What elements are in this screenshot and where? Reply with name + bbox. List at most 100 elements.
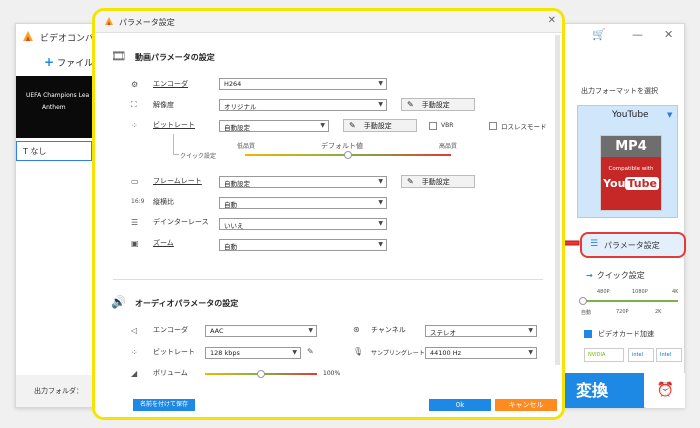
volume-value: 100% bbox=[323, 370, 341, 377]
chevron-down-icon: ▼ bbox=[320, 122, 325, 129]
manual-button-label: 手動設定 bbox=[421, 178, 450, 186]
pencil-icon[interactable]: ✎ bbox=[307, 347, 314, 356]
arrow-right-icon: → bbox=[586, 271, 593, 280]
resolution-icon: ⛶ bbox=[131, 100, 137, 109]
gpu-checkbox[interactable] bbox=[584, 330, 592, 338]
quick-label-720p: 720P bbox=[616, 309, 629, 315]
cart-icon[interactable]: 🛒 bbox=[592, 28, 606, 41]
output-format-title: 出力フォーマットを選択 bbox=[581, 87, 658, 95]
speaker-icon: ◁ bbox=[131, 326, 138, 335]
manual-button-label: 手動設定 bbox=[421, 101, 450, 109]
pencil-icon: ✎ bbox=[349, 121, 356, 130]
resolution-label: 解像度 bbox=[153, 101, 174, 109]
zoom-icon: ▣ bbox=[131, 239, 139, 248]
gpu-acceleration-toggle[interactable]: ビデオカード加速 bbox=[584, 329, 654, 339]
audio-settings-icon: 🔊 bbox=[111, 295, 126, 309]
intel-badge-2: Intel bbox=[656, 348, 682, 362]
sliders-icon: ☰ bbox=[590, 239, 599, 249]
channel-select[interactable]: ステレオ ▼ bbox=[425, 325, 537, 337]
video-encoder-label: エンコーダ bbox=[153, 80, 188, 88]
dialog-scrollbar[interactable] bbox=[555, 35, 560, 365]
framerate-manual-button[interactable]: ✎ 手動設定 bbox=[401, 175, 475, 188]
bitrate-icon: ⁘ bbox=[131, 121, 138, 130]
bitrate-manual-button[interactable]: ✎ 手動設定 bbox=[343, 119, 417, 132]
volume-label: ボリューム bbox=[153, 369, 188, 377]
resolution-manual-button[interactable]: ✎ 手動設定 bbox=[401, 98, 475, 111]
zoom-select[interactable]: 自動 ▼ bbox=[219, 239, 387, 251]
close-window-button[interactable]: ✕ bbox=[664, 28, 673, 41]
subtitle-select[interactable]: T なし bbox=[16, 141, 92, 161]
audio-section-title: オーディオパラメータの設定 bbox=[135, 299, 239, 308]
save-as-button[interactable]: 名前を付けて保存 bbox=[133, 399, 195, 411]
deinterlace-icon: ☰ bbox=[131, 218, 139, 227]
youtube-badge: Compatible with You Tube bbox=[601, 157, 661, 210]
alarm-clock-icon[interactable]: ⏰ bbox=[646, 373, 685, 408]
chevron-down-icon: ▼ bbox=[528, 349, 533, 356]
thumbnail-title: UEFA Champions Lea bbox=[26, 92, 90, 99]
audio-encoder-label: エンコーダ bbox=[153, 326, 188, 334]
nvidia-badge: NVIDIA bbox=[584, 348, 624, 362]
dialog-title: パラメータ設定 bbox=[119, 18, 175, 27]
pencil-icon: ✎ bbox=[407, 100, 414, 109]
youtube-logo-tube: Tube bbox=[625, 177, 659, 190]
video-section-title: 動画パラメータの設定 bbox=[135, 53, 215, 62]
audio-bitrate-value: 128 kbps bbox=[210, 349, 240, 357]
format-badge: MP4 bbox=[601, 136, 661, 157]
framerate-label: フレームレート bbox=[153, 177, 202, 185]
pencil-icon: ✎ bbox=[407, 177, 414, 186]
deinterlace-select[interactable]: いいえ ▼ bbox=[219, 218, 387, 230]
parameter-settings-label: パラメータ設定 bbox=[604, 241, 660, 250]
cancel-button[interactable]: キャンセル bbox=[495, 399, 557, 411]
thumbnail-subtitle: Anthem bbox=[42, 104, 66, 111]
quality-default-label: デフォルト値 bbox=[321, 142, 363, 150]
quick-label-2k: 2K bbox=[655, 309, 662, 315]
audio-encoder-value: AAC bbox=[210, 327, 224, 335]
quick-setting-slider[interactable] bbox=[582, 300, 678, 302]
vbr-checkbox[interactable] bbox=[429, 122, 437, 130]
framerate-icon: ▭ bbox=[131, 177, 139, 186]
dialog-close-button[interactable]: ✕ bbox=[548, 15, 556, 26]
chevron-down-icon: ▼ bbox=[378, 101, 383, 108]
dialog-logo-icon bbox=[105, 17, 113, 25]
video-thumbnail[interactable]: UEFA Champions Lea Anthem bbox=[16, 76, 92, 138]
volume-slider-knob[interactable] bbox=[257, 370, 265, 378]
vbr-label: VBR bbox=[441, 122, 454, 129]
ok-button[interactable]: 0k bbox=[429, 399, 491, 411]
video-bitrate-value: 自動設定 bbox=[224, 124, 250, 132]
quality-high-label: 高品質 bbox=[439, 143, 458, 150]
resolution-select[interactable]: オリジナル ▼ bbox=[219, 99, 387, 111]
zoom-value: 自動 bbox=[224, 243, 237, 251]
lossless-checkbox[interactable] bbox=[489, 122, 497, 130]
microphone-icon: 🎙 bbox=[353, 347, 364, 356]
video-bitrate-select[interactable]: 自動設定 ▼ bbox=[219, 120, 329, 132]
parameter-settings-dialog: パラメータ設定 ✕ 🎞 動画パラメータの設定 ⚙ エンコーダ H264 ▼ ⛶ 解… bbox=[92, 8, 565, 420]
quality-slider-knob[interactable] bbox=[344, 151, 352, 159]
quality-low-label: 低品質 bbox=[237, 143, 256, 150]
chevron-down-icon: ▼ bbox=[308, 327, 313, 334]
app-logo-icon bbox=[23, 31, 33, 41]
add-file-button[interactable]: + ファイル bbox=[44, 55, 93, 69]
framerate-value: 自動設定 bbox=[224, 180, 250, 188]
deinterlace-label: デインターレース bbox=[153, 218, 209, 226]
tree-connector bbox=[173, 154, 179, 155]
chevron-down-icon: ▼ bbox=[378, 220, 383, 227]
aspect-ratio-select[interactable]: 自動 ▼ bbox=[219, 197, 387, 209]
audio-encoder-select[interactable]: AAC ▼ bbox=[205, 325, 317, 337]
intel-badge: intel bbox=[628, 348, 654, 362]
youtube-logo: You Tube bbox=[603, 177, 659, 190]
volume-icon: ◢ bbox=[131, 369, 138, 378]
video-encoder-select[interactable]: H264 ▼ bbox=[219, 78, 387, 90]
samplerate-select[interactable]: 44100 Hz ▼ bbox=[425, 347, 537, 359]
quick-setting-knob[interactable] bbox=[579, 297, 587, 305]
plus-icon: + bbox=[44, 55, 55, 69]
zoom-label: ズーム bbox=[153, 239, 174, 247]
channel-icon: ⊛ bbox=[353, 325, 360, 334]
framerate-select[interactable]: 自動設定 ▼ bbox=[219, 176, 387, 188]
lossless-label: ロスレスモード bbox=[501, 123, 547, 131]
format-name: YouTube bbox=[612, 110, 649, 120]
main-window-title: ビデオコンバ bbox=[40, 34, 95, 44]
audio-bitrate-select[interactable]: 128 kbps ▼ bbox=[205, 347, 301, 359]
manual-button-label: 手動設定 bbox=[363, 122, 392, 130]
format-dropdown-icon[interactable]: ▼ bbox=[667, 111, 672, 119]
minimize-button[interactable]: — bbox=[632, 28, 643, 41]
